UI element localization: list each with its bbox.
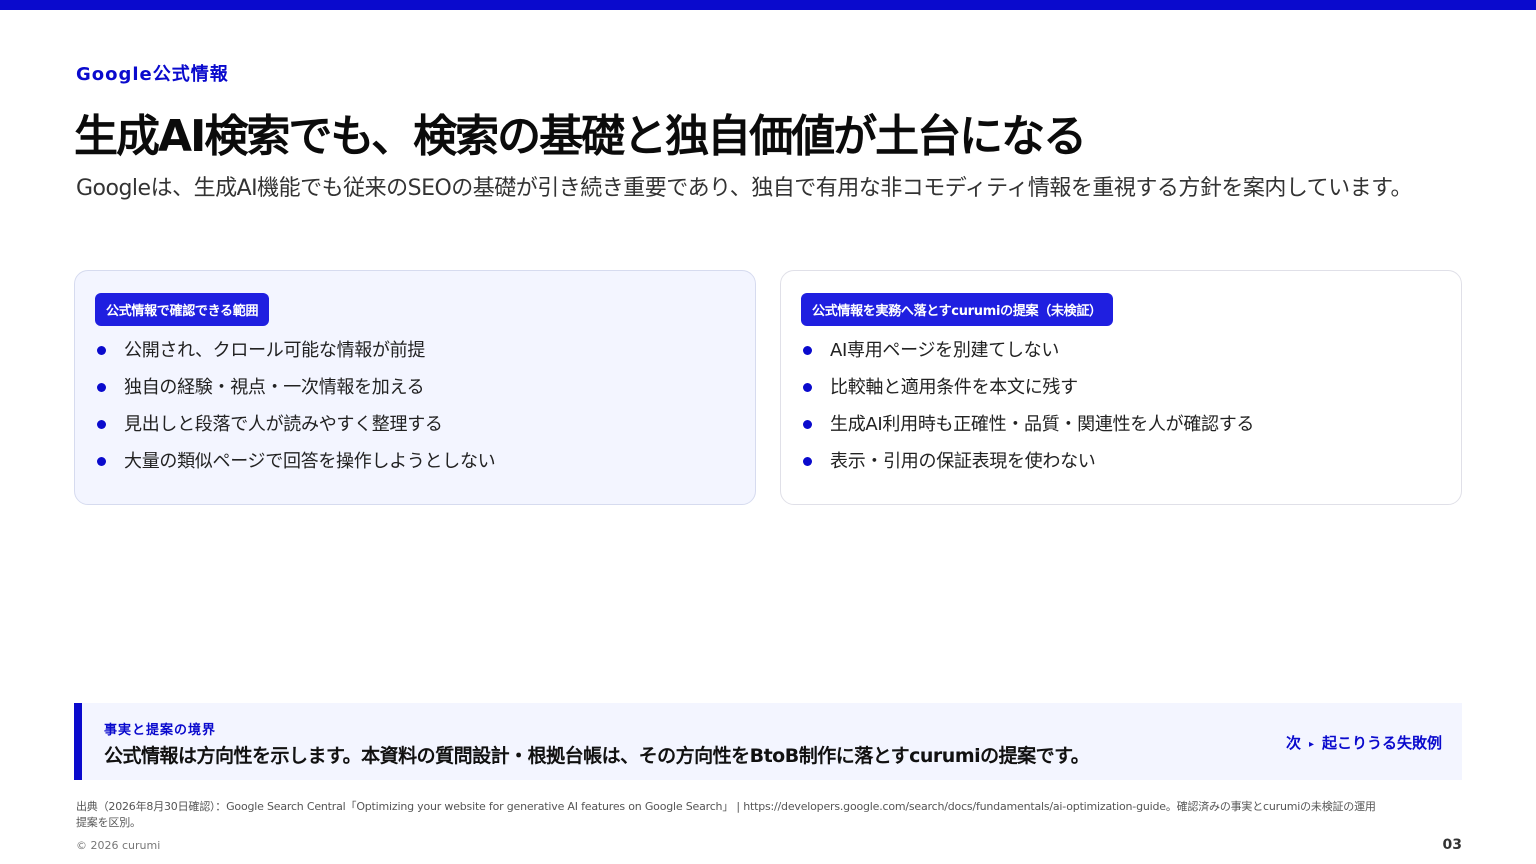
list-item-text: 表示・引用の保証表現を使わない (830, 451, 1096, 472)
list-item: 公開され、クロール可能な情報が前提 (95, 332, 735, 369)
bullet-list: AI専用ページを別建てしない 比較軸と適用条件を本文に残す 生成AI利用時も正確… (801, 332, 1441, 480)
list-item: 比較軸と適用条件を本文に残す (801, 369, 1441, 406)
eyebrow-label: Google公式情報 (76, 64, 229, 85)
callout-text: 公式情報は方向性を示します。本資料の質問設計・根拠台帳は、その方向性をBtoB制… (104, 745, 1090, 767)
bullet-list: 公開され、クロール可能な情報が前提 独自の経験・視点・一次情報を加える 見出しと… (95, 332, 735, 480)
boundary-callout: 事実と提案の境界 公式情報は方向性を示します。本資料の質問設計・根拠台帳は、その… (74, 703, 1462, 780)
list-item: AI専用ページを別建てしない (801, 332, 1441, 369)
list-item-text: 比較軸と適用条件を本文に残す (830, 377, 1078, 398)
bullet-dot-icon (97, 457, 106, 466)
bullet-dot-icon (803, 457, 812, 466)
bullet-dot-icon (97, 346, 106, 355)
page-title: 生成AI検索でも、検索の基礎と独自価値が土台になる (74, 111, 1087, 162)
list-item: 生成AI利用時も正確性・品質・関連性を人が確認する (801, 406, 1441, 443)
list-item: 大量の類似ページで回答を操作しようとしない (95, 443, 735, 480)
lead-paragraph: Googleは、生成AI機能でも従来のSEOの基礎が引き続き重要であり、独自で有… (76, 176, 1412, 201)
next-label: 起こりうる失敗例 (1321, 734, 1442, 752)
bullet-dot-icon (803, 420, 812, 429)
triangle-right-icon: ▸ (1308, 739, 1314, 750)
bullet-dot-icon (803, 346, 812, 355)
source-citation: 出典（2026年8月30日確認）：Google Search Central「O… (76, 800, 1376, 829)
callout-label: 事実と提案の境界 (104, 723, 217, 738)
bullet-dot-icon (97, 383, 106, 392)
page-number: 03 (1442, 837, 1462, 853)
card-tag: 公式情報を実務へ落とすcurumiの提案（未検証） (801, 293, 1113, 326)
top-accent-bar (0, 0, 1536, 10)
list-item-text: 公開され、クロール可能な情報が前提 (124, 340, 426, 361)
list-item-text: 独自の経験・視点・一次情報を加える (124, 377, 425, 398)
list-item: 表示・引用の保証表現を使わない (801, 443, 1441, 480)
list-item: 独自の経験・視点・一次情報を加える (95, 369, 735, 406)
list-item: 見出しと段落で人が読みやすく整理する (95, 406, 735, 443)
list-item-text: 生成AI利用時も正確性・品質・関連性を人が確認する (830, 414, 1255, 435)
bullet-dot-icon (97, 420, 106, 429)
bullet-dot-icon (803, 383, 812, 392)
next-prefix: 次 (1285, 734, 1301, 752)
copyright: © 2026 curumi (76, 839, 161, 852)
list-item-text: AI専用ページを別建てしない (830, 340, 1060, 361)
list-item-text: 大量の類似ページで回答を操作しようとしない (124, 451, 496, 472)
list-item-text: 見出しと段落で人が読みやすく整理する (124, 414, 443, 435)
card-curumi-proposal: 公式情報を実務へ落とすcurumiの提案（未検証） AI専用ページを別建てしない… (780, 270, 1462, 505)
next-slide-link[interactable]: 次 ▸ 起こりうる失敗例 (1286, 732, 1442, 753)
card-tag: 公式情報で確認できる範囲 (95, 293, 270, 326)
card-official-scope: 公式情報で確認できる範囲 公開され、クロール可能な情報が前提 独自の経験・視点・… (74, 270, 756, 505)
